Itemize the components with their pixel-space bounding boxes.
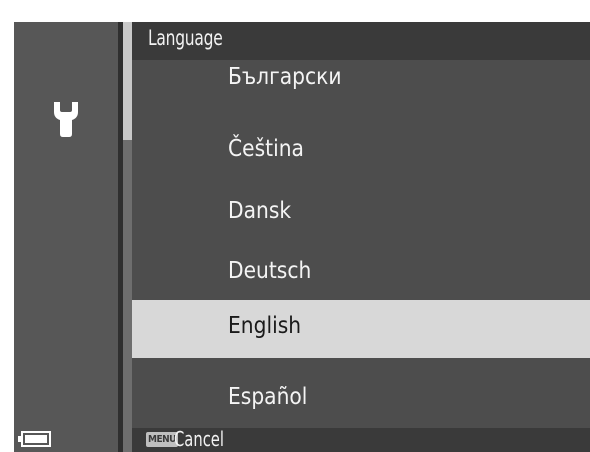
page-title: Language	[148, 26, 223, 50]
language-option-label: English	[228, 313, 302, 339]
language-option-label: Български	[228, 64, 342, 90]
language-option-label: Čeština	[228, 136, 304, 162]
camera-screen: Language Български Čeština Dansk Deutsch…	[14, 22, 590, 452]
cancel-button[interactable]: Cancel	[174, 427, 224, 451]
language-option-english[interactable]: English	[132, 300, 590, 358]
scrollbar-thumb[interactable]	[123, 22, 132, 140]
bottom-bar: MENU Cancel	[132, 427, 590, 452]
sidebar	[14, 22, 118, 452]
language-option-bulgarian[interactable]: Български	[132, 60, 590, 118]
language-option-label: Deutsch	[228, 258, 312, 284]
language-list: Български Čeština Dansk Deutsch English …	[132, 60, 590, 428]
wrench-icon	[54, 102, 78, 137]
battery-icon	[18, 431, 51, 447]
title-bar: Language	[132, 22, 590, 60]
language-option-spanish[interactable]: Español	[132, 370, 590, 428]
language-option-label: Español	[228, 384, 308, 410]
language-option-label: Dansk	[228, 198, 292, 224]
language-option-czech[interactable]: Čeština	[132, 118, 590, 176]
